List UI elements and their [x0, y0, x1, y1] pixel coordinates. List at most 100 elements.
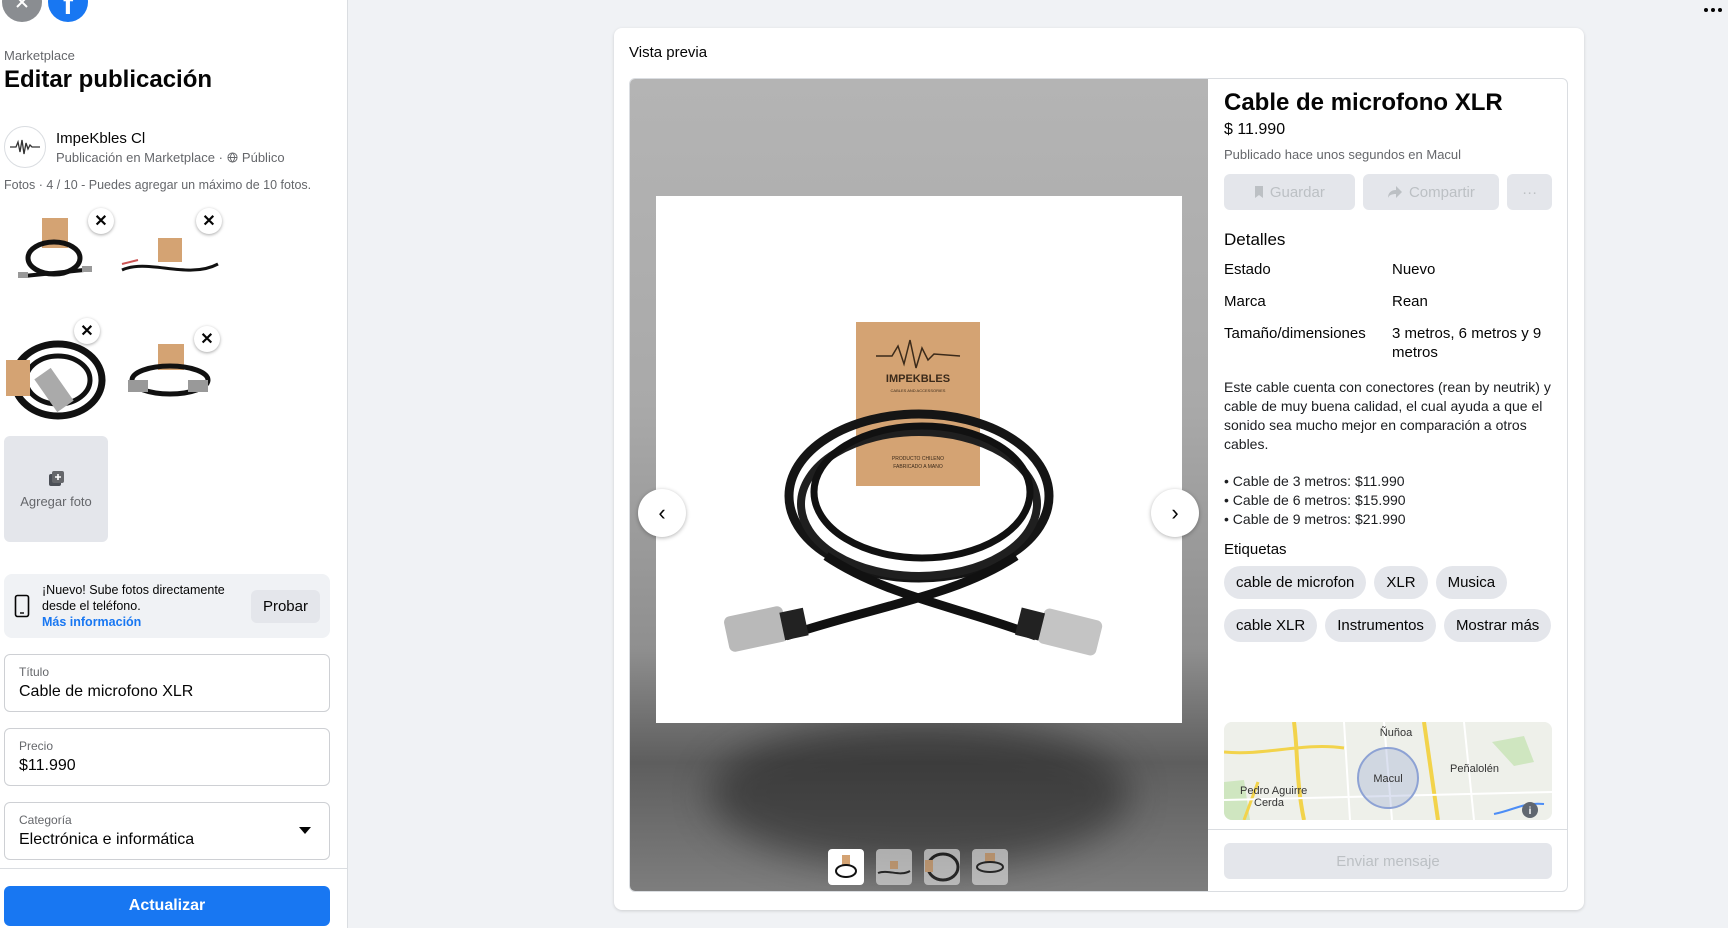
tags-heading: Etiquetas: [1224, 541, 1287, 558]
add-photo-button[interactable]: Agregar foto: [4, 436, 108, 542]
tag-brand-text: IMPEKBLES: [886, 373, 950, 385]
image-thumbnail-4[interactable]: [972, 849, 1008, 885]
share-label: Compartir: [1408, 183, 1475, 201]
tag-handmade-text: FABRICADO A MANO: [893, 464, 943, 470]
details-heading: Detalles: [1224, 230, 1286, 249]
seller-logo-icon: [10, 139, 40, 155]
photo-thumb-3[interactable]: [4, 330, 108, 434]
tag-chip[interactable]: XLR: [1374, 566, 1428, 599]
detail-label: Estado: [1224, 261, 1271, 278]
save-label: Guardar: [1269, 183, 1325, 201]
share-button[interactable]: Compartir: [1362, 174, 1500, 210]
mini-coil: [835, 855, 857, 878]
list-item: • Cable de 6 metros: $15.990: [1224, 492, 1406, 508]
close-icon: [16, 0, 28, 8]
photos-label: Fotos: [4, 178, 36, 192]
category-label: Categoría: [19, 813, 72, 827]
detail-row: Estado Nuevo: [1224, 260, 1552, 279]
tag-origin-text: PRODUCTO CHILENO: [892, 456, 944, 462]
mobile-upload-promo: ¡Nuevo! Sube fotos directamente desde el…: [4, 574, 330, 638]
price-label: Precio: [19, 739, 54, 753]
photos-count: 4 / 10: [46, 178, 78, 192]
close-icon: ✕: [202, 213, 216, 230]
top-icons: f: [2, 0, 88, 22]
chevron-right-icon: ›: [1171, 500, 1179, 525]
seller-name[interactable]: ImpeKbles Cl: [56, 130, 285, 147]
remove-photo-2-button[interactable]: ✕: [196, 208, 222, 234]
image-thumbnail-1[interactable]: [828, 849, 864, 885]
detail-label: Marca: [1224, 293, 1266, 310]
remove-photo-4-button[interactable]: ✕: [194, 326, 220, 352]
list-item: • Cable de 3 metros: $11.990: [1224, 473, 1405, 489]
stage-blur: [710, 719, 1130, 869]
category-value: Electrónica e informática: [19, 831, 195, 848]
previous-image-button[interactable]: ‹: [638, 489, 686, 537]
apps-grid-icon[interactable]: [1704, 0, 1724, 16]
listing-posted: Publicado hace unos segundos en Macul: [1224, 147, 1462, 162]
tag-sub-text: CABLES AND ACCESSORIES: [891, 388, 946, 393]
add-photo-label: Agregar foto: [20, 493, 92, 509]
tag-chip[interactable]: Musica: [1435, 566, 1508, 599]
category-select[interactable]: Categoría Electrónica e informática: [4, 802, 330, 860]
preview-card: Vista previa IMPEKBLES CABLES AND ACCESS…: [614, 28, 1584, 910]
preview-listing: IMPEKBLES CABLES AND ACCESSORIES PRODUCT…: [629, 78, 1568, 892]
image-stage: IMPEKBLES CABLES AND ACCESSORIES PRODUCT…: [630, 79, 1208, 891]
update-button[interactable]: Actualizar: [4, 886, 330, 926]
tag-chip[interactable]: cable XLR: [1224, 609, 1318, 642]
photos-info: Fotos · 4 / 10 - Puedes agregar un máxim…: [4, 178, 312, 192]
divider: [0, 868, 348, 869]
preview-heading: Vista previa: [629, 44, 708, 61]
facebook-icon[interactable]: f: [48, 0, 88, 22]
title-label: Título: [19, 665, 50, 679]
more-options-button[interactable]: ···: [1507, 174, 1552, 210]
share-icon: [1387, 186, 1402, 198]
image-thumbnail-2[interactable]: [876, 849, 912, 885]
price-list: • Cable de 3 metros: $11.990 • Cable de …: [1224, 472, 1552, 529]
photo-add-icon: [49, 470, 64, 486]
tag-chip[interactable]: Instrumentos: [1325, 609, 1436, 642]
price-field[interactable]: Precio $11.990: [4, 728, 330, 786]
detail-value: 3 metros, 6 metros y 9 metros: [1392, 325, 1542, 361]
image-thumbnails: [828, 849, 1008, 885]
detail-value: Nuevo: [1392, 261, 1436, 278]
try-button[interactable]: Probar: [250, 589, 320, 623]
listing-actions: Guardar Compartir ···: [1224, 174, 1552, 210]
mini-closeup: [925, 852, 960, 882]
avatar: [4, 126, 46, 168]
remove-photo-1-button[interactable]: ✕: [88, 208, 114, 234]
seller-subtitle: Publicación en Marketplace · Público: [56, 150, 285, 165]
next-image-button[interactable]: ›: [1151, 489, 1199, 537]
listing-title: Cable de microfono XLR: [1224, 89, 1503, 116]
mini-connectors: [976, 853, 1004, 873]
remove-photo-3-button[interactable]: ✕: [74, 318, 100, 344]
detail-row: Marca Rean: [1224, 292, 1552, 311]
listing-details: Cable de microfono XLR $ 11.990 Publicad…: [1208, 79, 1567, 891]
listing-description: Este cable cuenta con conectores (rean b…: [1224, 379, 1551, 452]
title-field[interactable]: Título Cable de microfono XLR: [4, 654, 330, 712]
detail-row: Tamaño/dimensiones 3 metros, 6 metros y 9…: [1224, 324, 1552, 362]
image-thumbnail-3[interactable]: [924, 849, 960, 885]
listing-price: $ 11.990: [1224, 121, 1286, 138]
save-button[interactable]: Guardar: [1224, 174, 1355, 210]
edit-sidebar: f Marketplace Editar publicación ImpeKbl…: [0, 0, 348, 928]
audience-label[interactable]: Público: [242, 150, 285, 165]
mini-side: [877, 861, 911, 875]
list-item: • Cable de 9 metros: $21.990: [1224, 511, 1406, 527]
close-icon: ✕: [80, 323, 94, 340]
close-icon: ✕: [200, 331, 214, 348]
breadcrumb[interactable]: Marketplace: [4, 48, 75, 63]
detail-value: Rean: [1392, 293, 1428, 310]
phone-icon: [14, 594, 30, 618]
title-input[interactable]: Cable de microfono XLR: [19, 683, 315, 701]
more-info-link[interactable]: Más información: [42, 615, 141, 629]
product-photo: IMPEKBLES CABLES AND ACCESSORIES PRODUCT…: [656, 196, 1182, 723]
listing-type: Publicación en Marketplace ·: [56, 149, 223, 165]
seller-info: ImpeKbles Cl Publicación en Marketplace …: [4, 126, 285, 168]
close-button[interactable]: [2, 0, 42, 22]
promo-new: ¡Nuevo!: [42, 583, 86, 597]
show-more-tags-button[interactable]: Mostrar más: [1443, 609, 1552, 642]
bookmark-icon: [1254, 186, 1263, 198]
globe-icon: [227, 151, 238, 163]
price-input[interactable]: $11.990: [19, 757, 315, 775]
tag-chip[interactable]: cable de microfon: [1224, 566, 1367, 599]
